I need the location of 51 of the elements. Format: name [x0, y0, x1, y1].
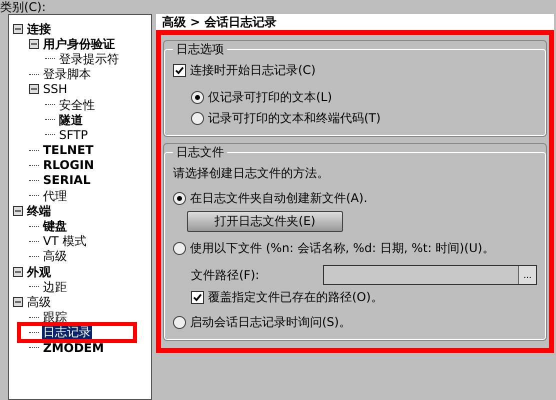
open-folder-button[interactable]: 打开日志文件夹(E) — [187, 211, 343, 232]
collapse-icon[interactable] — [13, 266, 23, 277]
page-title: 高级 > 会话日志记录 — [156, 14, 554, 30]
tree-item[interactable]: SERIAL — [42, 173, 92, 188]
tree-item[interactable]: RLOGIN — [42, 158, 96, 172]
collapse-icon[interactable] — [29, 84, 39, 94]
tree-item[interactable]: 边距 — [42, 280, 68, 294]
collapse-icon[interactable] — [29, 38, 39, 49]
tree-item[interactable]: 用户身份验证 — [42, 36, 116, 51]
tree-item[interactable]: 键盘 — [42, 219, 68, 234]
radio-button[interactable] — [191, 91, 204, 104]
tree-item[interactable]: 隧道 — [58, 112, 84, 127]
radio-button[interactable] — [173, 316, 186, 329]
tree-item[interactable]: 跟踪 — [42, 310, 68, 324]
tree-item[interactable]: 安全性 — [58, 98, 96, 112]
collapse-icon[interactable] — [13, 296, 23, 307]
tree-item[interactable]: TELNET — [42, 143, 94, 158]
tree-item[interactable]: 外观 — [26, 264, 52, 279]
tree-item[interactable]: 连接 — [26, 22, 52, 36]
tree-item[interactable]: 高级 — [42, 249, 68, 264]
tree-item[interactable]: SSH — [42, 82, 68, 96]
tree-item[interactable]: 终端 — [26, 204, 52, 218]
tree-item[interactable]: ZMODEM — [42, 340, 105, 355]
tree-item[interactable]: 登录提示符 — [58, 52, 120, 66]
category-label: 类别(C): — [0, 0, 47, 14]
tree-item[interactable]: 高级 — [26, 294, 52, 309]
tree-item[interactable]: 登录脚本 — [42, 67, 92, 82]
radio-button[interactable] — [191, 112, 204, 125]
radio-label: 记录可打印的文本和终端代码(T) — [208, 110, 381, 127]
instruction-text: 请选择创建日志文件的方法。 — [173, 165, 329, 182]
checkbox[interactable] — [191, 291, 204, 304]
radio-label: 启动会话日志记录时询问(S)。 — [190, 314, 351, 331]
radio-label: 使用以下文件 (%n: 会话名称, %d: 日期, %t: 时间)(U)。 — [190, 240, 494, 257]
tree-item[interactable]: SFTP — [58, 128, 89, 142]
group-title: 日志文件 — [175, 144, 225, 161]
tree-item[interactable]: VT 模式 — [42, 234, 88, 248]
browse-button[interactable]: ... — [518, 266, 536, 284]
collapse-icon[interactable] — [13, 206, 23, 216]
radio-label: 仅记录可打印的文本(L) — [208, 89, 332, 106]
tree-item[interactable]: 日志记录 — [42, 325, 92, 340]
tree-item[interactable]: 代理 — [42, 188, 68, 203]
field-label: 文件路径(F): — [191, 266, 260, 284]
radio-label: 在日志文件夹自动创建新文件(A). — [190, 190, 368, 207]
radio-button[interactable] — [173, 242, 186, 255]
path-field[interactable]: ... — [323, 265, 537, 285]
radio-button[interactable] — [173, 192, 186, 205]
collapse-icon[interactable] — [13, 24, 23, 34]
group-title: 日志选项 — [175, 41, 225, 58]
checkbox-label: 覆盖指定文件已存在的路径(O)。 — [208, 289, 383, 306]
checkbox[interactable] — [173, 64, 186, 77]
checkbox-label: 连接时开始日志记录(C) — [190, 62, 316, 79]
